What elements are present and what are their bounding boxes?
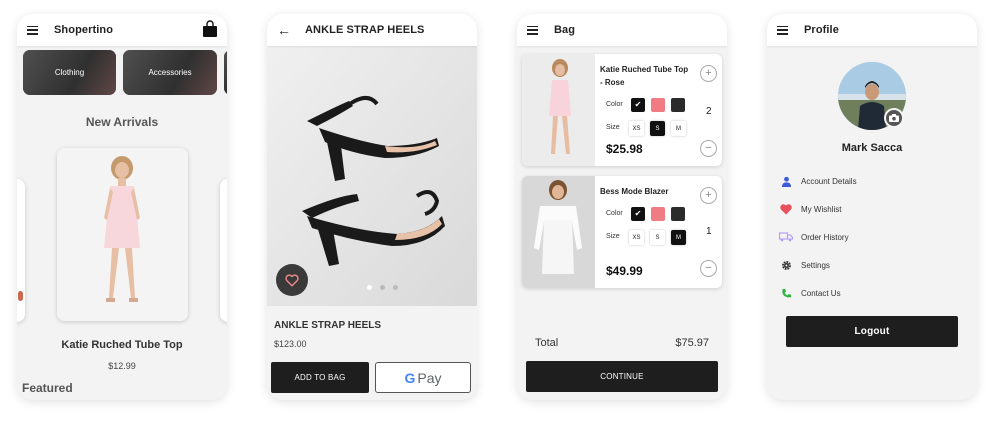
color-swatch-pink[interactable] [651,207,665,221]
total-label: Total [535,337,559,349]
product-card-prev[interactable] [17,179,25,322]
bag-item: Katie Ruched Tube Top - Rose Color ✔ Siz… [522,54,722,166]
menu-item-contact-us[interactable]: Contact Us [779,286,841,300]
bag-item-image[interactable] [522,176,595,288]
menu-item-my-wishlist[interactable]: My Wishlist [779,202,841,216]
color-swatch-dark[interactable] [671,98,685,112]
detail-appbar: ← ANKLE STRAP HEELS [267,14,477,46]
quantity-value: 1 [706,226,712,237]
size-option-xs[interactable]: XS [629,230,644,245]
gpay-label: Pay [417,369,442,386]
shopping-bag-icon[interactable] [202,20,218,38]
profile-title: Profile [804,24,839,36]
continue-button[interactable]: CONTINUE [526,361,718,392]
logout-button[interactable]: Logout [786,316,958,347]
app-title: Shopertino [54,24,114,36]
color-swatch-black[interactable]: ✔ [631,207,645,221]
increase-quantity-button[interactable]: + [700,187,717,204]
section-title: New Arrivals [85,115,159,129]
category-next[interactable] [224,50,227,95]
home-screen: Shopertino Clothing Accessories New Arri… [17,14,227,400]
featured-title: Featured [22,381,73,395]
size-option-xs[interactable]: XS [629,121,644,136]
size-label: Size [606,124,620,131]
bag-item-price: $25.98 [606,142,643,156]
bag-item-name: Bess Mode Blazer [600,187,669,196]
truck-icon [779,230,793,244]
carousel-dot[interactable] [380,285,385,290]
carousel-dot[interactable] [367,285,372,290]
detail-product-name: ANKLE STRAP HEELS [274,320,382,331]
bag-item-price: $49.99 [606,264,643,278]
showcase: Shopertino Clothing Accessories New Arri… [0,0,996,421]
menu-item-order-history[interactable]: Order History [779,230,849,244]
person-icon [779,174,793,188]
size-label: Size [606,233,620,240]
user-name: Mark Sacca [841,142,903,154]
carousel-dot[interactable] [393,285,398,290]
color-label: Color [606,101,623,108]
carousel-dots [367,285,398,290]
google-pay-button[interactable]: G Pay [375,362,471,393]
wishlist-button[interactable] [276,264,308,296]
product-card[interactable] [57,148,188,321]
product-name: Katie Ruched Tube Top [61,339,183,351]
color-swatch-pink[interactable] [651,98,665,112]
color-label: Color [606,210,623,217]
phone-icon [779,286,793,300]
profile-screen: Profile Mark Sacca Account Details My Wi… [767,14,977,400]
heart-icon [285,273,299,287]
quantity-value: 2 [706,106,712,117]
decrease-quantity-button[interactable]: − [700,140,717,157]
increase-quantity-button[interactable]: + [700,65,717,82]
detail-title: ANKLE STRAP HEELS [305,24,425,36]
bag-item: Bess Mode Blazer Color ✔ Size XS S M $49… [522,176,722,288]
size-option-m[interactable]: M [671,230,686,245]
category-accessories[interactable]: Accessories [123,50,217,95]
product-price: $12.99 [108,361,136,371]
detail-product-price: $123.00 [274,339,307,349]
product-image [57,148,188,321]
bag-item-image[interactable] [522,54,595,166]
color-swatch-black[interactable]: ✔ [631,98,645,112]
category-clothing[interactable]: Clothing [23,50,116,95]
menu-item-account-details[interactable]: Account Details [779,174,857,188]
size-option-m[interactable]: M [671,121,686,136]
total-value: $75.97 [675,337,709,349]
bag-title: Bag [554,24,576,36]
camera-icon[interactable] [884,108,904,128]
menu-item-settings[interactable]: Settings [779,258,830,272]
profile-appbar: Profile [767,14,977,46]
bag-screen: Bag Katie Ruched Tube Top - Rose Color ✔… [517,14,727,400]
add-to-bag-button[interactable]: ADD TO BAG [271,362,369,393]
size-option-s[interactable]: S [650,121,665,136]
bag-item-name: Katie Ruched Tube Top - Rose [600,65,689,87]
home-appbar: Shopertino [17,14,227,46]
decrease-quantity-button[interactable]: − [700,260,717,277]
google-g-icon: G [404,369,416,386]
bag-appbar: Bag [517,14,727,46]
size-option-s[interactable]: S [650,230,665,245]
menu-icon[interactable] [777,25,788,35]
gear-icon [779,258,793,272]
product-detail-screen: ← ANKLE STRAP HEELS ANKLE STRAP HEELS $1… [267,14,477,400]
color-swatch-dark[interactable] [671,207,685,221]
menu-icon[interactable] [527,25,538,35]
heart-icon [779,202,793,216]
menu-icon[interactable] [27,25,38,35]
back-arrow-icon[interactable]: ← [277,22,291,38]
product-card-next[interactable] [220,179,227,322]
